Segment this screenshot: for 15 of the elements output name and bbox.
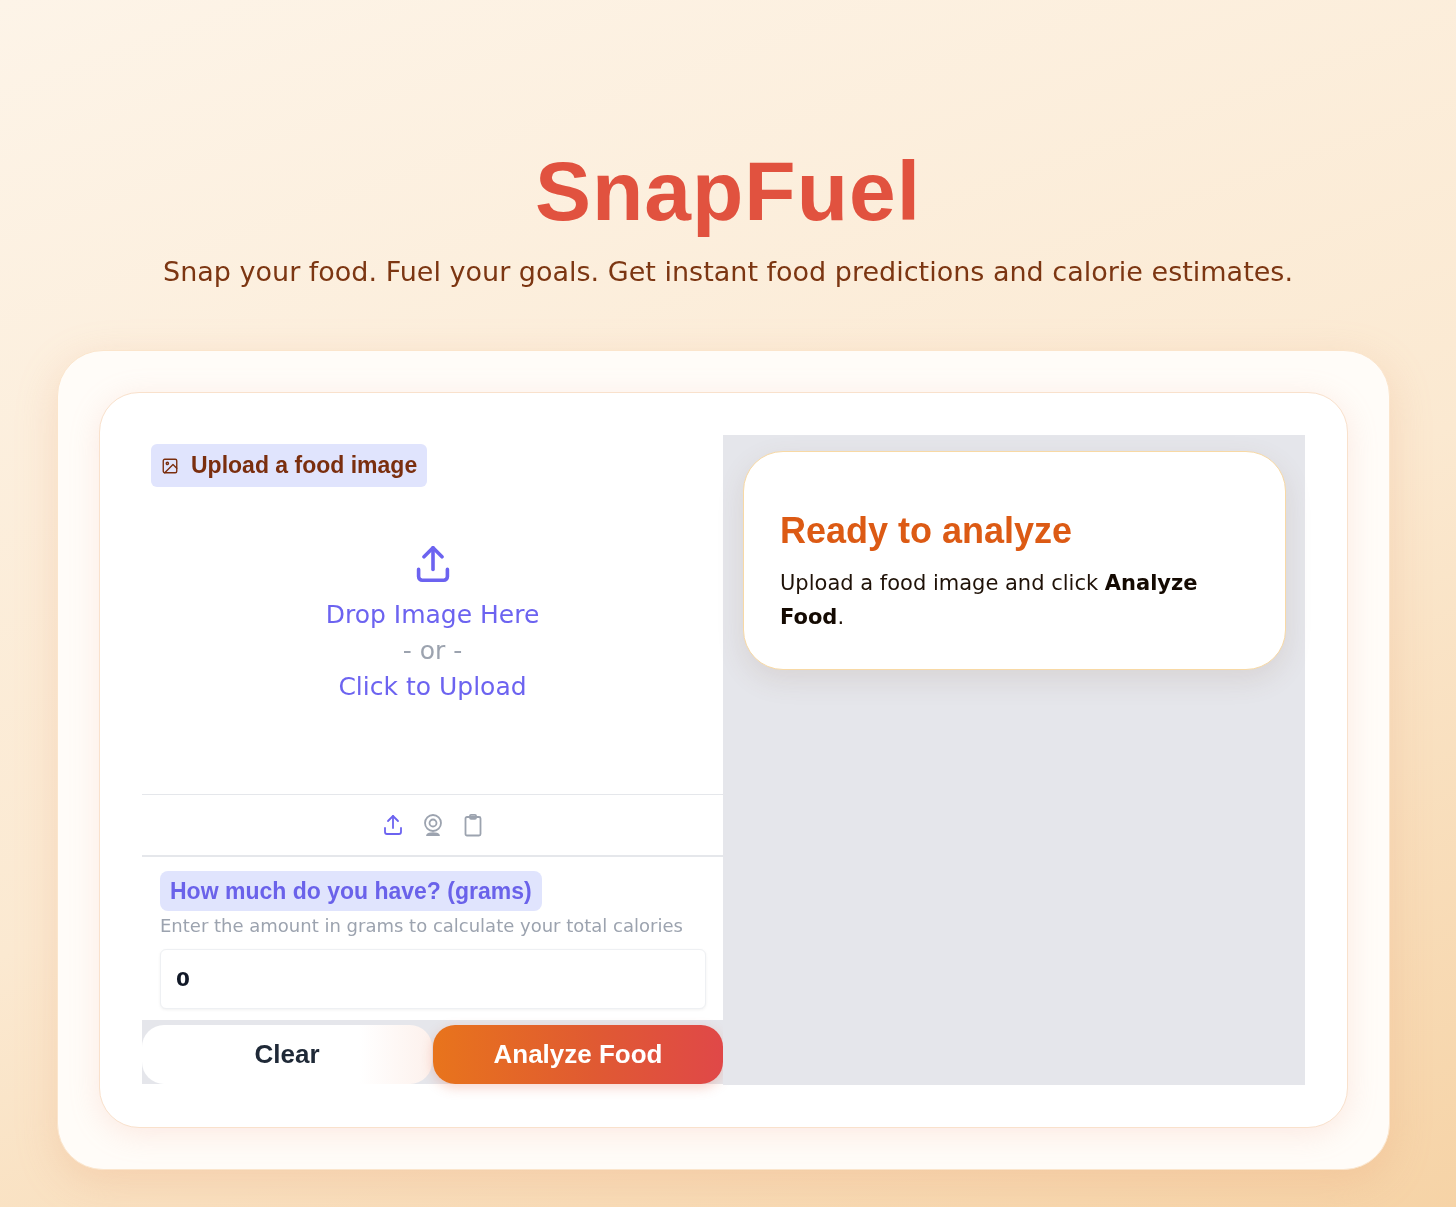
or-separator: - or - (402, 635, 463, 667)
upload-icon[interactable] (414, 546, 451, 582)
analyze-button[interactable]: Analyze Food (433, 1025, 723, 1084)
app-tagline: Snap your food. Fuel your goals. Get instant food predictions and calorie estimates. (163, 255, 1293, 289)
app-title: SnapFuel (534, 146, 921, 236)
amount-label: How much do you have? (grams) (160, 871, 542, 911)
result-title: Ready to analyze (780, 509, 1073, 553)
clear-button[interactable]: Clear (142, 1025, 432, 1084)
upload-label-text: Upload a food image (191, 452, 418, 479)
image-icon (161, 456, 179, 475)
drop-prompt[interactable]: Drop Image Here (325, 597, 540, 633)
amount-hint: Enter the amount in grams to calculate your total calories (160, 915, 683, 937)
grams-input[interactable]: 0 (160, 949, 706, 1009)
upload-link[interactable]: Click to Upload (338, 669, 527, 705)
result-message: Upload a food image and click Analyze Food. (780, 570, 1199, 631)
